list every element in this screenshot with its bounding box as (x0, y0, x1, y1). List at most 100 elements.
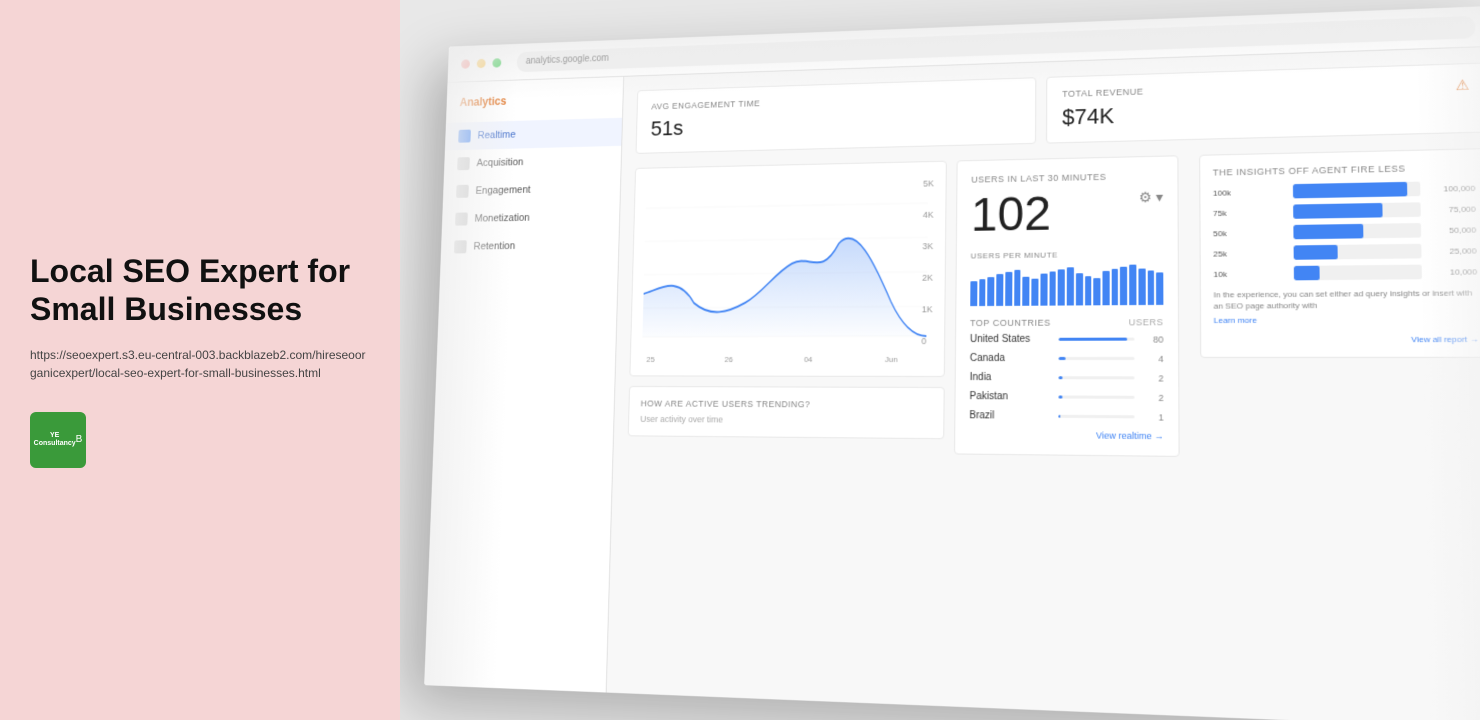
country-name: Pakistan (969, 391, 1050, 402)
hbar-wrap (1294, 244, 1422, 260)
mini-bar-item (1067, 267, 1074, 305)
mini-bar-item (1058, 270, 1065, 306)
trending-label: HOW ARE ACTIVE USERS TRENDING? (641, 399, 932, 410)
page-url: https://seoexpert.s3.eu-central-003.back… (30, 346, 370, 382)
x-axis-labels: 25 26 04 Jun (642, 355, 932, 364)
hbar-fill (1293, 203, 1382, 219)
hbar-value: 10,000 (1422, 267, 1478, 277)
line-chart-card: 5K 4K 3K 2K 1K 0 (629, 161, 946, 377)
view-realtime-link[interactable]: View realtime → (969, 429, 1164, 441)
hbar-row: 75k 75,000 (1213, 201, 1476, 220)
analytics-content: Analytics Realtime Acquisition Engagemen… (424, 47, 1480, 720)
hbars-container: 100k100,00075k75,00050k50,00025k25,00010… (1213, 181, 1477, 282)
analytics-main: Avg engagement time 51s Total revenue ⚠ … (607, 47, 1480, 720)
analytics-bg: analytics.google.com Analytics Realtime … (424, 6, 1480, 720)
countries-list: United States80 Canada 4 India 2 Pakistan 2 Bra… (969, 333, 1163, 422)
hbar-fill (1293, 224, 1363, 239)
mini-bar-item (1031, 278, 1038, 305)
minimize-dot (477, 58, 486, 67)
mini-bar-item (1023, 276, 1030, 306)
country-count: 2 (1143, 373, 1164, 383)
y-axis-labels: 5K 4K 3K 2K 1K 0 (921, 174, 934, 351)
analytics-wrapper: analytics.google.com Analytics Realtime … (424, 6, 1480, 720)
realtime-settings[interactable]: ⚙ ▾ (1139, 189, 1163, 207)
view-report-link[interactable]: View all report → (1214, 335, 1479, 345)
warning-icon: ⚠ (1455, 76, 1470, 94)
nav-monetization[interactable]: Monetization (442, 202, 620, 233)
country-bar-wrap (1058, 395, 1134, 398)
country-bar-fill (1058, 395, 1062, 398)
center-content: 5K 4K 3K 2K 1K 0 (627, 161, 946, 455)
realtime-card: USERS IN LAST 30 MINUTES 102 ⚙ ▾ USERS P… (954, 155, 1180, 457)
maximize-dot (492, 58, 501, 67)
nav-icon-acquisition (457, 157, 470, 170)
nav-retention[interactable]: Retention (441, 230, 619, 261)
country-row: Pakistan 2 (969, 391, 1163, 403)
country-row: Canada 4 (970, 353, 1164, 364)
mini-bar-item (1014, 270, 1021, 306)
nav-icon-retention (454, 240, 467, 253)
country-row: United States80 (970, 333, 1164, 345)
realtime-header: USERS IN LAST 30 MINUTES (971, 171, 1163, 185)
hbar-value: 25,000 (1421, 246, 1476, 256)
per-minute-label: USERS PER MINUTE (971, 249, 1164, 260)
mini-bar-item (1129, 265, 1136, 306)
mini-bar-item (1094, 278, 1101, 306)
country-count: 1 (1143, 412, 1164, 422)
hbar-value: 75,000 (1421, 204, 1476, 214)
country-bar-wrap (1058, 415, 1134, 419)
hbar-wrap (1293, 202, 1421, 219)
hbar-label: 10k (1213, 269, 1287, 279)
hbar-label: 25k (1213, 248, 1287, 258)
countries-label: TOP COUNTRIES USERS (970, 317, 1163, 328)
country-row: India 2 (970, 372, 1164, 384)
hbar-row: 100k100,000 (1213, 181, 1476, 200)
left-panel: Local SEO Expert for Small Businesses ht… (0, 0, 400, 720)
country-bar-fill (1058, 415, 1060, 418)
user-activity-label: User activity over time (640, 414, 931, 426)
right-analytics: THE INSIGHTS OFF AGENT FIRE LESS 100k100… (1189, 148, 1480, 460)
learn-more-link[interactable]: Learn more (1214, 315, 1479, 326)
hbar-value: 50,000 (1421, 225, 1476, 235)
country-count: 2 (1143, 392, 1164, 402)
nav-engagement[interactable]: Engagement (443, 174, 621, 206)
mini-bar-item (1005, 272, 1012, 306)
mini-bar-item (1111, 269, 1118, 305)
nav-icon-realtime (458, 130, 471, 143)
stat-card-engagement: Avg engagement time 51s (636, 77, 1037, 154)
mini-bar-item (1138, 269, 1145, 305)
mini-bar-item (1147, 271, 1154, 305)
page-title: Local SEO Expert for Small Businesses (30, 252, 370, 329)
logo-badge: YE Consultancy B (30, 412, 86, 468)
country-name: Brazil (969, 410, 1050, 422)
trending-card: HOW ARE ACTIVE USERS TRENDING? User acti… (628, 386, 945, 439)
hbar-wrap (1293, 223, 1421, 239)
country-row: Brazil 1 (969, 410, 1163, 422)
mini-bar-item (1040, 274, 1047, 306)
main-content-row: 5K 4K 3K 2K 1K 0 (627, 148, 1480, 460)
hbar-fill (1294, 245, 1338, 260)
country-bar-wrap (1059, 338, 1135, 341)
mini-bar-item (1156, 273, 1163, 305)
right-panel: analytics.google.com Analytics Realtime … (400, 0, 1480, 720)
mini-bar-item (1085, 276, 1092, 306)
country-name: Canada (970, 353, 1051, 364)
mini-bar-item (970, 281, 977, 306)
nav-icon-engagement (456, 185, 469, 198)
hbar-fill (1293, 182, 1408, 199)
hbar-wrap (1294, 265, 1422, 281)
right-description: In the experience, you can set either ad… (1213, 287, 1477, 312)
hbar-row: 10k 10,000 (1213, 264, 1477, 281)
country-bar-wrap (1058, 357, 1134, 360)
hbar-fill (1294, 266, 1319, 281)
nav-acquisition[interactable]: Acquisition (444, 146, 621, 178)
country-count: 80 (1143, 334, 1164, 344)
country-count: 4 (1143, 353, 1164, 363)
hbar-label: 75k (1213, 207, 1287, 217)
country-name: India (970, 372, 1051, 383)
close-dot (461, 59, 470, 68)
stat-value-revenue: $74K (1062, 93, 1470, 131)
hbar-value: 100,000 (1420, 183, 1475, 193)
right-card-title: THE INSIGHTS OFF AGENT FIRE LESS (1213, 162, 1475, 178)
mini-bar-item (979, 279, 986, 306)
